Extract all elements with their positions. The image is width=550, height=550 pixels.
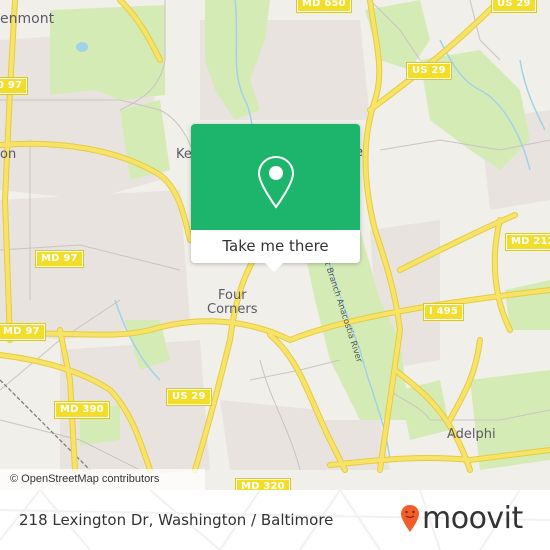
place-label-kensington: Ke: [176, 147, 192, 162]
road-shield-md97-top: MD 97: [35, 250, 84, 268]
place-label-wheaton: on: [0, 147, 17, 162]
pond: [76, 42, 88, 52]
road-shield-md320: MD 320: [235, 478, 291, 490]
road-shield-md97-left: 0 97: [0, 77, 29, 95]
popup-pointer: [265, 263, 283, 272]
moovit-wordmark: moovit: [422, 501, 523, 536]
osm-attribution[interactable]: © OpenStreetMap contributors: [0, 469, 205, 490]
road-shield-us29-bottom: US 29: [166, 388, 212, 406]
place-label-adelphi: Adelphi: [447, 427, 496, 442]
map-pin-icon: [257, 155, 295, 209]
road-shield-us29-top: US 29: [491, 0, 537, 13]
road-shield-md390: MD 390: [54, 401, 110, 419]
take-me-there-label: Take me there: [222, 237, 329, 255]
place-label-four: Four: [218, 288, 247, 303]
footer-bar: 218 Lexington Dr, Washington / Baltimore…: [0, 490, 550, 550]
popup-header: [191, 124, 360, 230]
place-label-corners: Corners: [207, 302, 258, 317]
map-canvas[interactable]: enmont Ke on Four Corners Adelphi e West…: [0, 0, 550, 490]
moovit-pin-icon: [401, 505, 419, 532]
road-shield-us29-mid: US 29: [406, 62, 452, 80]
road-shield-md650: MD 650: [296, 0, 352, 13]
road-shield-i495: I 495: [422, 303, 465, 321]
place-label-glenmont: enmont: [0, 11, 55, 27]
address-text: 218 Lexington Dr, Washington / Baltimore: [19, 511, 334, 529]
location-popup: Take me there: [191, 124, 360, 272]
take-me-there-button[interactable]: Take me there: [191, 230, 360, 263]
road-shield-md212: MD 212: [505, 233, 550, 251]
road-shield-md97-mid: MD 97: [0, 323, 46, 341]
